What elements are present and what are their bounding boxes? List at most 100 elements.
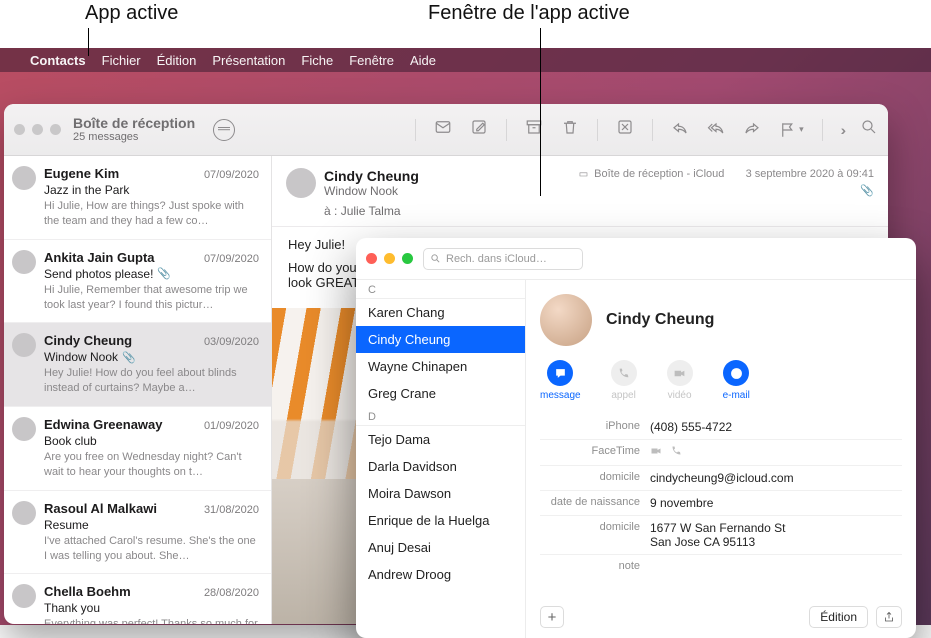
contacts-window: Rech. dans iCloud… CKaren ChangCindy Che… [356,238,916,638]
action-video[interactable]: vidéo [667,360,693,401]
overflow-icon[interactable]: ›› [841,122,842,138]
video-icon [650,445,662,457]
svg-text:@: @ [733,370,740,377]
message-sender: Chella Boehm [44,584,131,599]
message-datetime: 3 septembre 2020 à 09:41 [746,168,874,180]
avatar [12,166,36,190]
message-item[interactable]: Ankita Jain Gupta07/09/2020Send photos p… [4,240,271,324]
contact-item[interactable]: Moira Dawson [356,480,525,507]
contact-item[interactable]: Anuj Desai [356,534,525,561]
message-date: 28/08/2020 [204,587,259,599]
contact-fields: iPhone(408) 555-4722 FaceTime domicileci… [540,415,902,577]
contact-item[interactable]: Cindy Cheung [356,326,525,353]
mail-toolbar: ▾ ›› [415,118,878,141]
callout-window-active: Fenêtre de l'app active [428,2,630,25]
contacts-list[interactable]: CKaren ChangCindy CheungWayne ChinapenGr… [356,280,526,638]
message-preview: Are you free on Wednesday night? Can't w… [44,450,259,480]
desktop: Contacts Fichier Édition Présentation Fiche F… [0,48,931,625]
contact-photo [540,294,592,346]
menu-item-fiche[interactable]: Fiche [301,53,333,68]
message-sender: Ankita Jain Gupta [44,250,155,265]
mail-envelope-icon[interactable] [434,118,452,141]
avatar [12,333,36,357]
trash-icon[interactable] [561,118,579,141]
message-preview: I've attached Carol's resume. She's the … [44,534,259,564]
message-item[interactable]: Chella Boehm28/08/2020Thank youEverythin… [4,574,271,624]
avatar [286,168,316,198]
menu-item-contacts[interactable]: Contacts [30,53,86,68]
menu-item-aide[interactable]: Aide [410,53,436,68]
contacts-traffic-lights[interactable] [366,253,413,264]
message-preview: Hey Julie! How do you feel about blinds … [44,366,259,396]
menu-item-fenêtre[interactable]: Fenêtre [349,53,394,68]
compose-icon[interactable] [470,118,488,141]
contact-footer: + Édition [540,598,902,628]
message-date: 31/08/2020 [204,504,259,516]
search-icon[interactable] [860,118,878,141]
message-date: 01/09/2020 [204,420,259,432]
section-header: C [356,280,525,299]
field-facetime [650,445,902,460]
field-iphone: (408) 555-4722 [650,420,902,434]
callout-line-right [540,28,541,196]
callout-app-active: App active [85,2,178,25]
message-sender: Eugene Kim [44,166,119,181]
avatar [12,250,36,274]
message-subject: Resume [44,518,259,532]
mail-title: Boîte de réception [73,115,195,131]
mail-subtitle: 25 messages [73,131,195,144]
mail-title-block: Boîte de réception 25 messages [73,115,195,144]
field-birthday: 9 novembre [650,496,902,510]
inbox-icon: ▭ [579,169,588,180]
mail-titlebar: Boîte de réception 25 messages ▾ [4,104,888,156]
menu-item-présentation[interactable]: Présentation [212,53,285,68]
field-note[interactable] [650,560,902,572]
message-sender: Cindy Cheung [44,333,132,348]
attachment-icon: 📎 [122,351,136,364]
contact-item[interactable]: Andrew Droog [356,561,525,588]
message-preview: Hi Julie, Remember that awesome trip we … [44,283,259,313]
message-subject: Jazz in the Park [44,183,259,197]
message-item[interactable]: Cindy Cheung03/09/2020Window Nook 📎Hey J… [4,323,271,407]
message-subject: Thank you [44,601,259,615]
contact-item[interactable]: Darla Davidson [356,453,525,480]
message-to: à : Julie Talma [324,204,872,218]
field-home-email: cindycheung9@icloud.com [650,471,902,485]
forward-icon[interactable] [743,118,761,141]
message-list[interactable]: Eugene Kim 07/09/2020 Jazz in the Park Hi J… [4,156,272,624]
action-call[interactable]: appel [611,360,637,401]
message-sender: Rasoul Al Malkawi [44,501,157,516]
search-input[interactable]: Rech. dans iCloud… [423,248,583,270]
action-email[interactable]: @ e-mail [723,360,750,401]
message-date: 03/09/2020 [204,336,259,348]
field-home-address: 1677 W San Fernando St San Jose CA 95113 [650,521,902,549]
avatar [12,584,36,608]
filter-icon[interactable] [213,119,235,141]
junk-icon[interactable] [616,118,634,141]
contact-item[interactable]: Enrique de la Huelga [356,507,525,534]
reply-icon[interactable] [671,118,689,141]
flag-icon[interactable]: ▾ [779,121,804,139]
message-header: Cindy Cheung Window Nook ▭Boîte de récep… [272,156,888,227]
message-date: 07/09/2020 [204,169,259,181]
menubar: Contacts Fichier Édition Présentation Fiche F… [0,48,931,72]
menu-item-fichier[interactable]: Fichier [102,53,141,68]
mail-traffic-lights[interactable] [14,124,61,135]
contact-item[interactable]: Wayne Chinapen [356,353,525,380]
contact-item[interactable]: Greg Crane [356,380,525,407]
message-sender: Edwina Greenaway [44,417,163,432]
action-message[interactable]: message [540,360,581,401]
contact-card: Cindy Cheung message appel vidéo [526,280,916,638]
contacts-titlebar: Rech. dans iCloud… [356,238,916,280]
menu-item-édition[interactable]: Édition [157,53,197,68]
message-item[interactable]: Edwina Greenaway01/09/2020Book clubAre y… [4,407,271,491]
mailbox-label: Boîte de réception - iCloud [594,168,724,180]
contact-item[interactable]: Karen Chang [356,299,525,326]
attachment-icon: 📎 [157,267,171,280]
search-icon [430,253,441,264]
section-header: D [356,407,525,426]
reply-all-icon[interactable] [707,118,725,141]
contact-item[interactable]: Tejo Dama [356,426,525,453]
message-item[interactable]: Rasoul Al Malkawi 31/08/2020 Resume I've at… [4,491,271,575]
message-item[interactable]: Eugene Kim07/09/2020Jazz in the ParkHi J… [4,156,271,240]
